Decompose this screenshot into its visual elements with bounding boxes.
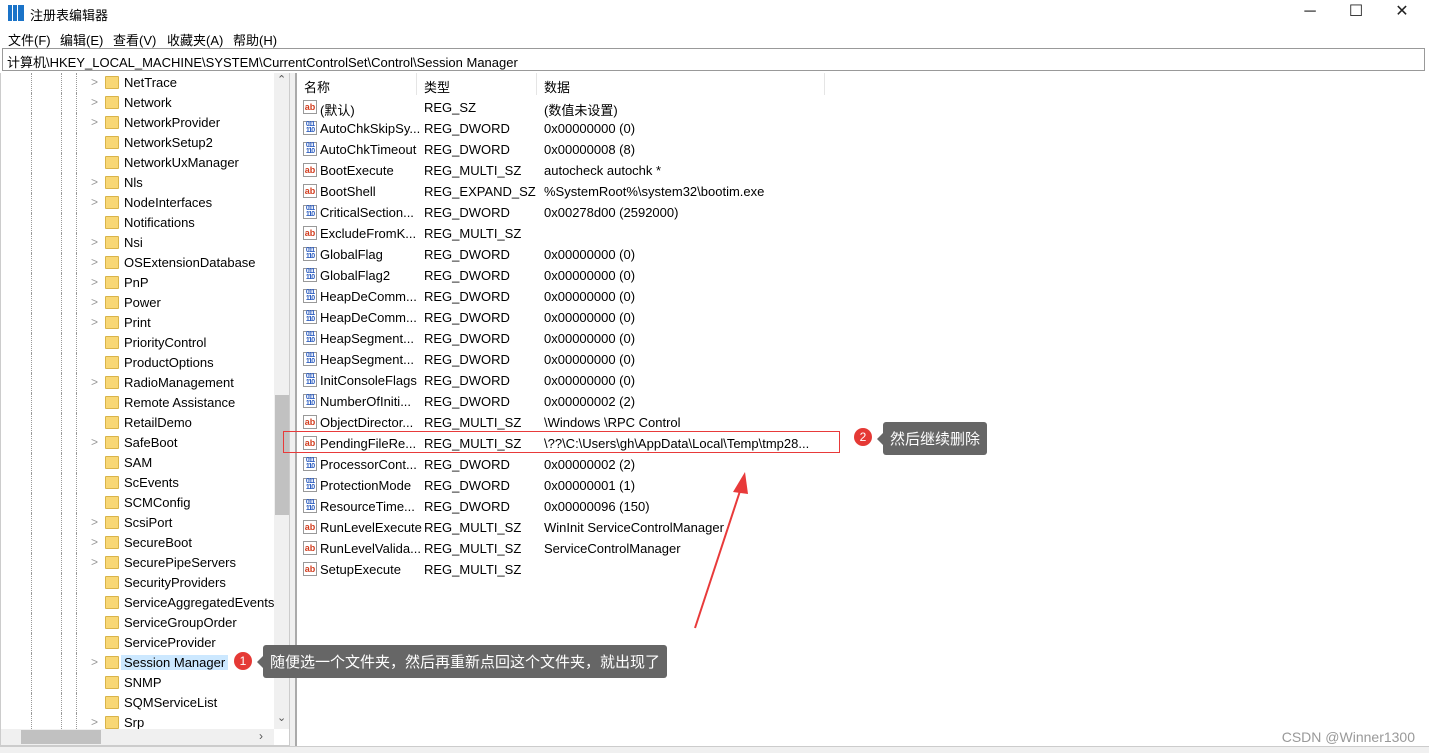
annotation-arrow bbox=[694, 472, 748, 629]
step-badge-2: 2 bbox=[854, 428, 872, 446]
watermark: CSDN @Winner1300 bbox=[1281, 729, 1415, 745]
step-callout-1: 随便选一个文件夹，然后再重新点回这个文件夹，就出现了 bbox=[256, 645, 668, 678]
step-badge-1: 1 bbox=[234, 652, 252, 670]
step-callout-2: 然后继续删除 bbox=[876, 422, 988, 455]
